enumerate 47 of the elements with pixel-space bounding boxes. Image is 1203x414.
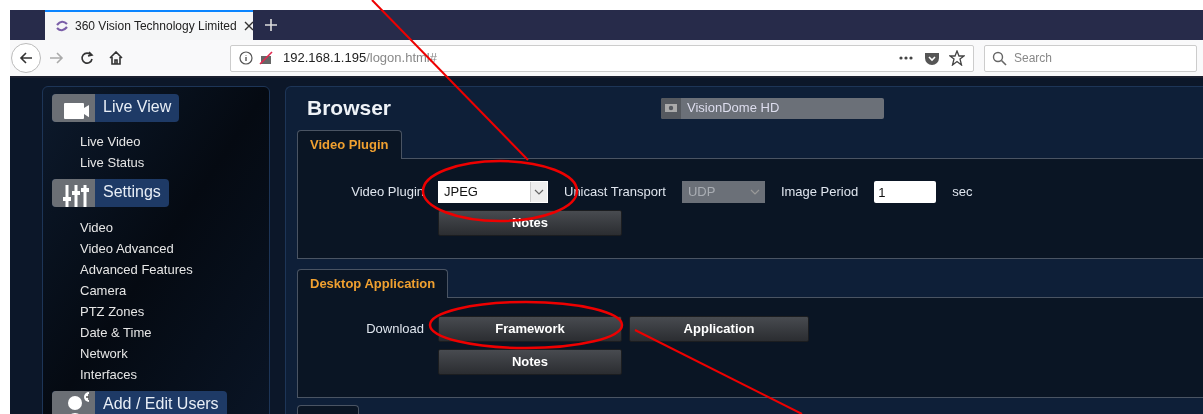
sidebar-item[interactable]: Interfaces [80,364,138,385]
chevron-down-icon [750,189,761,195]
field-label: sec [952,183,973,202]
sidebar-item[interactable]: Live Video [80,131,141,152]
sidebar-section-header[interactable]: Add / Edit Users [52,391,227,414]
sidebar-item[interactable]: Live Status [80,152,145,173]
pocket-icon[interactable] [924,51,940,65]
field-label: Download [366,320,424,339]
browser-tab[interactable]: 360 Vision Technology Limited [45,10,253,40]
chevron-down-icon [534,189,544,195]
back-button[interactable] [11,43,41,73]
insecure-lock-icon[interactable] [259,51,273,65]
section-tab[interactable]: Video Plugin [297,130,402,159]
sidebar-section-header[interactable]: Settings [52,179,169,207]
notes-button[interactable]: Notes [438,210,622,236]
field-label: Video Plugin [351,183,424,202]
sidebar-item[interactable]: Video [80,217,113,238]
tab-title: 360 Vision Technology Limited [75,18,237,35]
back-arrow-icon [18,51,34,65]
sidebar-item[interactable]: Camera [80,280,127,301]
dropdown: UDP [681,181,765,203]
image-period-field[interactable]: 1 [874,181,937,203]
search-field[interactable]: Search [984,44,1197,72]
search-icon [992,50,1007,66]
download-button[interactable]: Framework [438,316,622,342]
sidebar-item[interactable]: PTZ Zones [80,301,145,322]
home-icon[interactable] [109,51,123,65]
star-icon[interactable] [949,50,965,66]
favicon-icon [55,19,69,33]
info-icon[interactable] [239,51,253,65]
sidebar-item[interactable]: Date & Time [80,322,152,343]
new-tab-icon[interactable] [264,18,278,32]
dropdown[interactable]: JPEG [438,181,548,203]
sidebar-item[interactable]: Advanced Features [80,259,193,280]
camera-icon [664,101,679,115]
download-button[interactable]: Application [629,316,809,342]
sidebar-section-header[interactable]: Live View [52,94,180,122]
field-label: Image Period [780,183,859,202]
close-icon[interactable] [242,20,255,32]
notes-button[interactable]: Notes [438,349,622,375]
sidebar-item[interactable]: Video Advanced [80,238,174,259]
page-title: Browser [307,95,392,122]
device-name-field: VisionDome HD [661,97,885,119]
reload-icon[interactable] [80,51,94,65]
sidebar-item[interactable]: Network [80,343,128,364]
more-icon[interactable] [899,54,913,62]
section-tab[interactable]: Desktop Application [297,269,449,298]
